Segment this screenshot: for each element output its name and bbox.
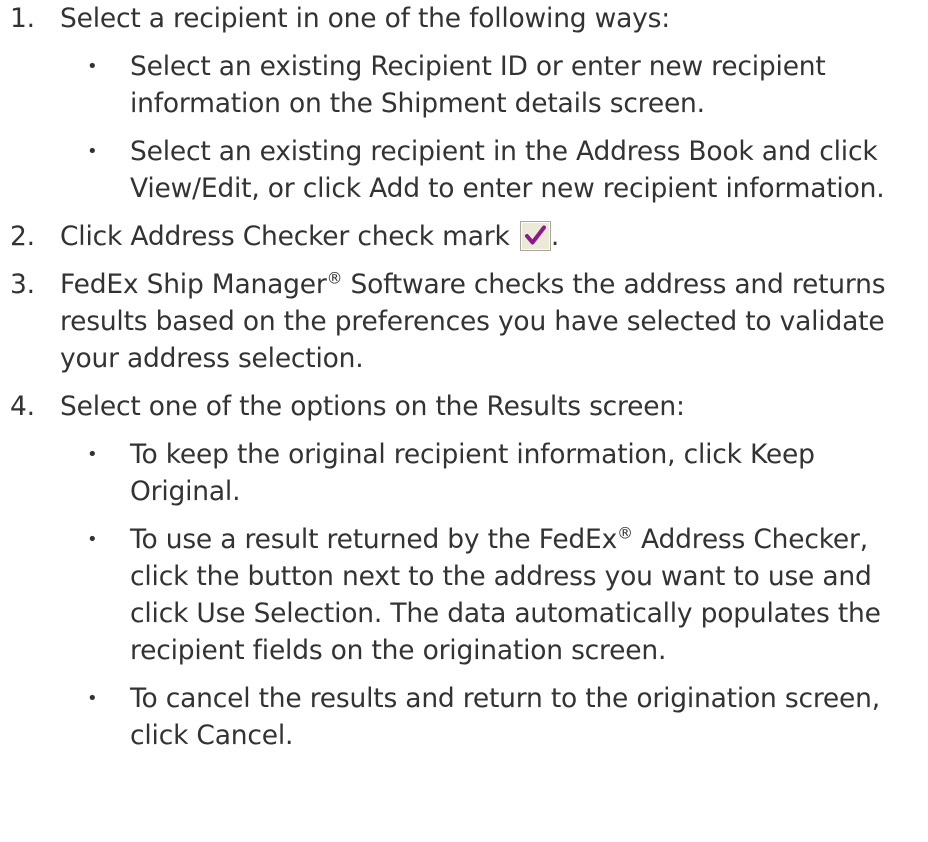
- step-1-bullets: • Select an existing Recipient ID or ent…: [60, 48, 928, 207]
- step-trailing: .: [550, 221, 560, 252]
- list-item: • To keep the original recipient informa…: [60, 436, 928, 510]
- step-text: Click Address Checker check mark: [60, 221, 510, 252]
- registered-mark: ®: [617, 523, 633, 543]
- instruction-document: 1. Select a recipient in one of the foll…: [0, 0, 928, 765]
- bullet-icon: •: [87, 444, 98, 465]
- step-4-bullets: • To keep the original recipient informa…: [60, 436, 928, 754]
- bullet-text: Select an existing Recipient ID or enter…: [130, 51, 826, 119]
- step-2: 2. Click Address Checker check mark .: [0, 218, 928, 255]
- step-1: 1. Select a recipient in one of the foll…: [0, 0, 928, 207]
- step-number: 2.: [10, 221, 35, 252]
- list-item: • To use a result returned by the FedEx®…: [60, 521, 928, 669]
- step-text-before: FedEx Ship Manager: [60, 269, 327, 300]
- bullet-icon: •: [87, 529, 98, 550]
- bullet-text: Select an existing recipient in the Addr…: [130, 136, 885, 204]
- list-item: • Select an existing recipient in the Ad…: [60, 133, 928, 207]
- list-item: • Select an existing Recipient ID or ent…: [60, 48, 928, 122]
- bullet-icon: •: [87, 688, 98, 709]
- bullet-text: To cancel the results and return to the …: [130, 683, 880, 751]
- bullet-icon: •: [87, 56, 98, 77]
- step-number: 4.: [10, 391, 35, 422]
- step-3: 3. FedEx Ship Manager® Software checks t…: [0, 266, 928, 377]
- step-text: Select a recipient in one of the followi…: [60, 3, 670, 34]
- step-text: Select one of the options on the Results…: [60, 391, 685, 422]
- step-number: 1.: [10, 3, 35, 34]
- bullet-text-before: To use a result returned by the FedEx: [130, 524, 618, 555]
- step-4: 4. Select one of the options on the Resu…: [0, 388, 928, 754]
- bullet-icon: •: [87, 141, 98, 162]
- bullet-text: To keep the original recipient informati…: [130, 439, 815, 507]
- step-number: 3.: [10, 269, 35, 300]
- list-item: • To cancel the results and return to th…: [60, 680, 928, 754]
- check-mark-icon: [519, 221, 551, 251]
- registered-mark: ®: [326, 268, 343, 288]
